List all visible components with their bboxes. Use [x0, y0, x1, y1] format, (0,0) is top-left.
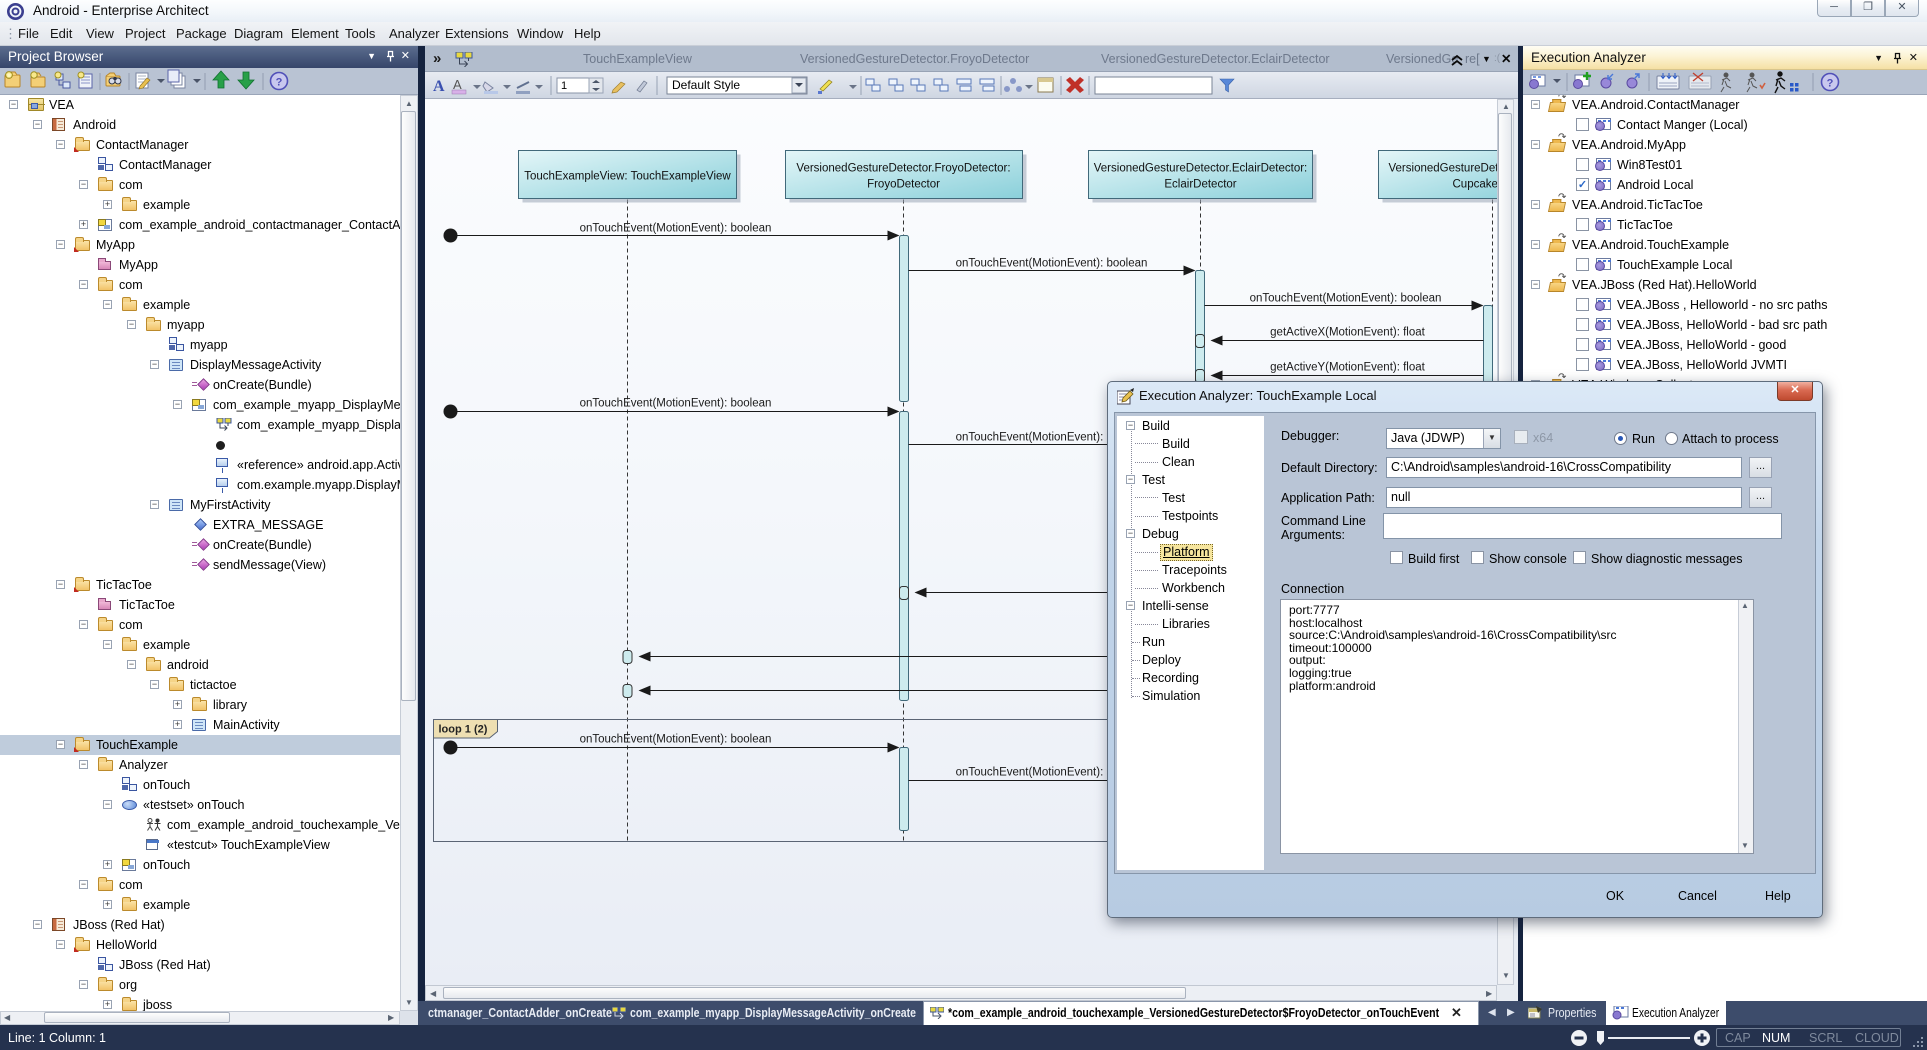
svg-text:onTouchEvent(MotionEvent): boo: onTouchEvent(MotionEvent): boolean — [580, 734, 772, 746]
svg-text:getActiveX(MotionEvent): float: getActiveX(MotionEvent): float — [1270, 327, 1425, 339]
svg-text:VersionedGestureDetector.Froyo: VersionedGestureDetector.FroyoDetector: — [796, 163, 1010, 175]
svg-text:FroyoDetector: FroyoDetector — [867, 179, 940, 191]
svg-text:getActiveY(MotionEvent): float: getActiveY(MotionEvent): float — [1270, 362, 1425, 374]
svg-text:?: ? — [1827, 78, 1834, 90]
svg-text:1: 1 — [561, 80, 567, 92]
svg-text:loop 1 (2): loop 1 (2) — [439, 724, 488, 736]
svg-text:onTouchEvent(MotionEvent): boo: onTouchEvent(MotionEvent): boolean — [956, 258, 1148, 270]
svg-text:onTouchEvent(MotionEvent): boo: onTouchEvent(MotionEvent): boolean — [1250, 293, 1442, 305]
svg-text:onTouchEvent(MotionEvent): boo: onTouchEvent(MotionEvent): boolean — [580, 398, 772, 410]
svg-text:A: A — [433, 78, 445, 95]
svg-text:VersionedGestureDetector.Eclai: VersionedGestureDetector.EclairDetector: — [1094, 163, 1308, 175]
svg-text:onTouchEvent(MotionEvent): boo: onTouchEvent(MotionEvent): boolean — [580, 223, 772, 235]
svg-text:?: ? — [276, 77, 283, 89]
svg-text:EclairDetector: EclairDetector — [1164, 179, 1236, 191]
svg-text:CupcakeDetector: CupcakeDetector — [1453, 179, 1498, 191]
svg-text:Default Style: Default Style — [672, 78, 740, 92]
svg-text:TouchExampleView: TouchExample: TouchExampleView: TouchExampleView — [524, 171, 731, 183]
svg-text:VersionedGestureDetector.Cup: VersionedGestureDetector.Cup — [1389, 163, 1498, 175]
